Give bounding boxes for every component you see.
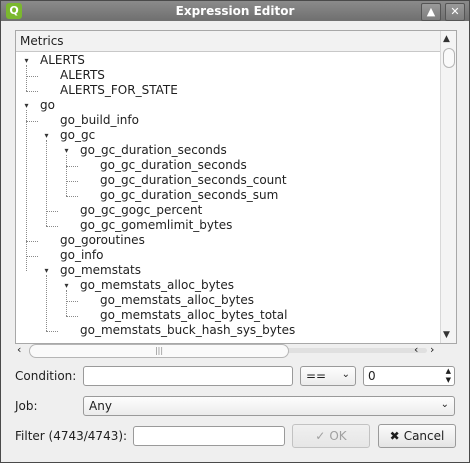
expand-arrow-icon[interactable]: ▾ — [62, 281, 71, 290]
scroll-up-icon[interactable]: ▲ — [443, 34, 450, 44]
operator-value: == — [306, 369, 327, 383]
tree-item[interactable]: go_gc_duration_seconds — [80, 143, 227, 158]
tree-guide-line — [46, 140, 47, 226]
chevron-down-icon: ⌄ — [440, 399, 449, 410]
condition-label: Condition: — [15, 369, 77, 383]
tree-branch-line — [66, 166, 78, 167]
expand-arrow-icon[interactable]: ▾ — [42, 266, 51, 275]
tree-branch-line — [46, 211, 58, 212]
tree-guide-line — [66, 155, 67, 196]
tree-branch-line — [66, 196, 78, 197]
tree-item[interactable]: go_memstats_alloc_bytes_total — [100, 308, 287, 323]
tree-item[interactable]: go_gc — [60, 128, 95, 143]
condition-input[interactable] — [83, 366, 293, 386]
horizontal-scroll-thumb[interactable]: ||| — [29, 344, 289, 358]
expand-arrow-icon[interactable]: ▾ — [62, 146, 71, 155]
tree-item[interactable]: go_gc_gomemlimit_bytes — [80, 218, 232, 233]
tree-item[interactable]: go_memstats_alloc_bytes — [100, 293, 254, 308]
operand-spinbox[interactable]: 0 ▲ ▼ — [363, 366, 455, 386]
scroll-left-icon-2[interactable]: ‹ — [414, 343, 418, 356]
tree-branch-line — [46, 331, 58, 332]
tree-item[interactable]: go_memstats_buck_hash_sys_bytes — [80, 323, 295, 338]
tree-guide-line — [46, 275, 47, 331]
maximize-button[interactable]: ▲ — [421, 3, 441, 21]
cross-icon: ✖ — [389, 429, 400, 443]
tree-branch-line — [66, 301, 78, 302]
title-bar[interactable]: Q Expression Editor ▲ ✕ — [1, 1, 469, 21]
tree-branch-line — [26, 256, 38, 257]
tree-item[interactable]: go_gc_gogc_percent — [80, 203, 202, 218]
tree-item[interactable]: ALERTS — [60, 68, 105, 83]
job-select[interactable]: Any ⌄ — [83, 396, 455, 416]
vertical-scrollbar[interactable]: ▲ ▼ — [440, 31, 456, 343]
close-button[interactable]: ✕ — [445, 3, 465, 21]
window-title: Expression Editor — [175, 4, 295, 18]
operator-select[interactable]: == ⌄ — [300, 366, 356, 386]
tree-guide-line — [26, 65, 27, 91]
tree-branch-line — [26, 91, 38, 92]
cancel-button-label: Cancel — [403, 429, 445, 443]
tree-item[interactable]: go_gc_duration_seconds_count — [100, 173, 287, 188]
chevron-down-icon: ⌄ — [341, 369, 350, 380]
expand-arrow-icon[interactable]: ▾ — [42, 131, 51, 140]
metrics-tree[interactable]: Metrics ▾ ALERTS ALERTS ALERTS_FOR_STATE ▾ go… — [15, 30, 457, 344]
tree-branch-line — [66, 181, 78, 182]
tree-branch-line — [26, 76, 38, 77]
tree-item[interactable]: ALERTS_FOR_STATE — [60, 83, 178, 98]
tree-item[interactable]: go — [40, 98, 55, 113]
spin-arrows-icon[interactable]: ▲ ▼ — [446, 367, 451, 385]
expression-editor-window: Q Expression Editor ▲ ✕ Metrics ▾ ALERTS A… — [0, 0, 470, 463]
tree-header[interactable]: Metrics — [16, 31, 440, 52]
tree-branch-line — [26, 121, 38, 122]
tree-item[interactable]: go_memstats — [60, 263, 141, 278]
scroll-left-icon[interactable]: ‹ — [17, 343, 21, 356]
tree-guide-line — [26, 110, 27, 271]
ok-button[interactable]: ✓ OK — [292, 424, 370, 448]
scroll-right-icon[interactable]: › — [430, 343, 434, 356]
tree-item[interactable]: go_info — [60, 248, 103, 263]
tree-item[interactable]: go_build_info — [60, 113, 139, 128]
tree-item[interactable]: go_gc_duration_seconds_sum — [100, 188, 278, 203]
tree-branch-line — [26, 241, 38, 242]
tree-branch-line — [66, 316, 78, 317]
job-label: Job: — [15, 399, 38, 413]
filter-input[interactable] — [133, 426, 285, 446]
tree-item[interactable]: ALERTS — [40, 53, 85, 68]
expand-arrow-icon[interactable]: ▾ — [22, 101, 31, 110]
horizontal-scrollbar[interactable]: ‹ ||| ‹ › — [15, 343, 455, 358]
tree-item[interactable]: go_goroutines — [60, 233, 145, 248]
expand-arrow-icon[interactable]: ▾ — [22, 56, 31, 65]
tree-item[interactable]: go_gc_duration_seconds — [100, 158, 247, 173]
vertical-scroll-thumb[interactable] — [443, 48, 455, 68]
cancel-button[interactable]: ✖ Cancel — [378, 424, 456, 448]
tree-item[interactable]: go_memstats_alloc_bytes — [80, 278, 234, 293]
check-icon: ✓ — [315, 429, 326, 443]
operand-value: 0 — [368, 369, 376, 383]
tree-header-label: Metrics — [20, 34, 64, 48]
tree-branch-line — [46, 226, 58, 227]
job-selected-value: Any — [89, 399, 112, 413]
scroll-down-icon[interactable]: ▼ — [443, 330, 450, 340]
tree-guide-line — [66, 290, 67, 316]
ok-button-label: OK — [329, 429, 347, 443]
filter-label: Filter (4743/4743): — [15, 429, 128, 443]
